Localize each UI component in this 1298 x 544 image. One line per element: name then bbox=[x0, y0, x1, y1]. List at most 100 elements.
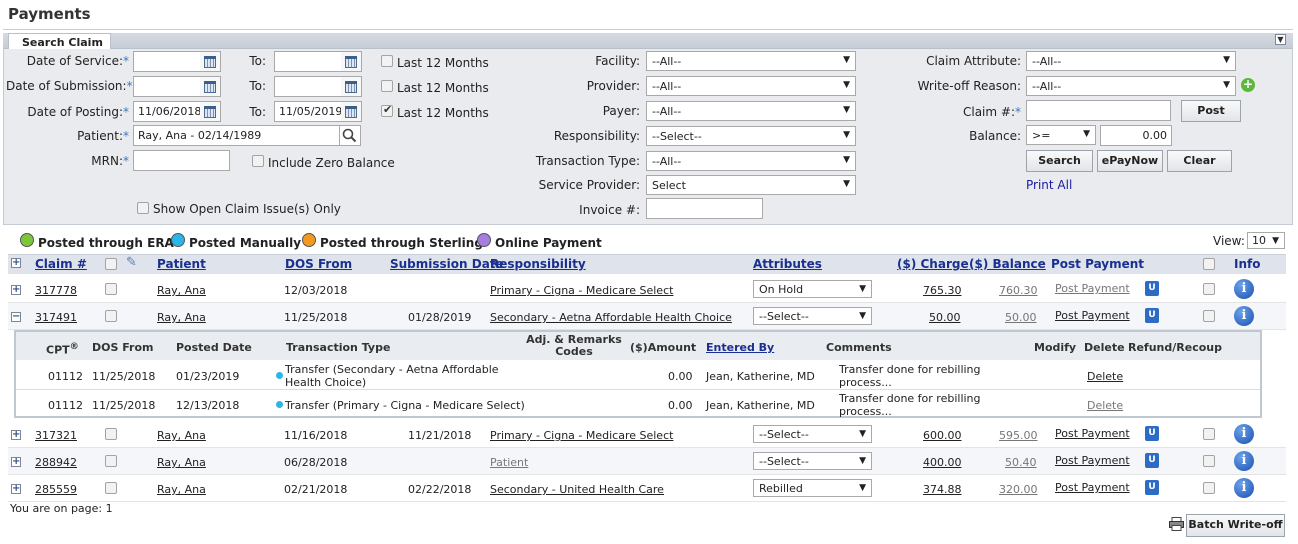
col-claim[interactable]: Claim # bbox=[35, 257, 87, 271]
payer-select[interactable]: --All-- bbox=[646, 101, 856, 121]
patient-link[interactable]: Ray, Ana bbox=[157, 311, 206, 324]
expand-row-icon[interactable]: + bbox=[11, 285, 21, 295]
attribute-select[interactable]: --Select-- bbox=[753, 425, 872, 443]
charge-link[interactable]: 50.00 bbox=[929, 311, 961, 324]
select-all-checkbox[interactable] bbox=[105, 258, 117, 270]
charge-link[interactable]: 765.30 bbox=[923, 284, 962, 297]
row-checkbox[interactable] bbox=[105, 482, 117, 494]
posting-to-calendar-icon[interactable] bbox=[341, 101, 362, 122]
col-balance[interactable]: ($) Balance bbox=[969, 257, 1046, 271]
row-select-checkbox[interactable] bbox=[1203, 455, 1215, 467]
balance-operator-select[interactable]: >= bbox=[1026, 125, 1096, 145]
row-checkbox[interactable] bbox=[105, 310, 117, 322]
facility-select[interactable]: --All-- bbox=[646, 51, 856, 71]
open-issues-checkbox[interactable] bbox=[137, 202, 149, 214]
claim-link[interactable]: 317321 bbox=[35, 429, 77, 442]
detail-col-entered[interactable]: Entered By bbox=[706, 341, 774, 354]
row-select-checkbox[interactable] bbox=[1203, 310, 1215, 322]
u-icon[interactable]: U bbox=[1145, 308, 1159, 323]
dos-to-calendar-icon[interactable] bbox=[341, 51, 362, 72]
select-all-right-checkbox[interactable] bbox=[1203, 258, 1215, 270]
attribute-select[interactable]: --Select-- bbox=[753, 452, 872, 470]
add-writeoff-reason-icon[interactable]: + bbox=[1241, 78, 1255, 92]
dos-last12-checkbox[interactable] bbox=[381, 55, 393, 67]
posting-last12-checkbox[interactable] bbox=[381, 103, 393, 117]
post-payment-link[interactable]: Post Payment bbox=[1055, 454, 1130, 467]
claim-attribute-select[interactable]: --All-- bbox=[1026, 51, 1236, 71]
invoice-input[interactable] bbox=[646, 198, 763, 219]
submission-last12-checkbox[interactable] bbox=[381, 80, 393, 92]
patient-input[interactable]: Ray, Ana - 02/14/1989 bbox=[133, 125, 340, 146]
view-count-select[interactable]: 10 bbox=[1247, 232, 1285, 249]
balance-link[interactable]: 595.00 bbox=[999, 429, 1038, 442]
patient-link[interactable]: Ray, Ana bbox=[157, 284, 206, 297]
charge-link[interactable]: 374.88 bbox=[923, 483, 962, 496]
mrn-input[interactable] bbox=[133, 150, 230, 171]
service-provider-select[interactable]: Select bbox=[646, 175, 856, 195]
info-icon[interactable]: i bbox=[1234, 424, 1254, 444]
zero-balance-checkbox[interactable] bbox=[252, 155, 264, 167]
u-icon[interactable]: U bbox=[1145, 426, 1159, 441]
submission-from-calendar-icon[interactable] bbox=[200, 76, 221, 97]
dos-from-calendar-icon[interactable] bbox=[200, 51, 221, 72]
expand-all-icon[interactable]: + bbox=[11, 258, 21, 268]
expand-row-icon[interactable]: + bbox=[11, 484, 21, 494]
attribute-select[interactable]: --Select-- bbox=[753, 307, 872, 325]
responsibility-link[interactable]: Patient bbox=[490, 456, 528, 469]
expand-row-icon[interactable]: + bbox=[11, 457, 21, 467]
row-select-checkbox[interactable] bbox=[1203, 283, 1215, 295]
col-responsibility[interactable]: Responsibility bbox=[490, 257, 586, 271]
printer-icon[interactable] bbox=[1169, 517, 1184, 531]
submission-to-input[interactable] bbox=[274, 76, 342, 97]
detail-delete-link[interactable]: Delete bbox=[1087, 370, 1123, 383]
search-claim-tab[interactable]: Search Claim bbox=[8, 33, 111, 49]
responsibility-select[interactable]: --Select-- bbox=[646, 126, 856, 146]
transaction-type-select[interactable]: --All-- bbox=[646, 151, 856, 171]
detail-delete-link[interactable]: Delete bbox=[1087, 399, 1123, 412]
row-select-checkbox[interactable] bbox=[1203, 482, 1215, 494]
posting-to-input[interactable]: 11/05/2019 bbox=[274, 101, 342, 122]
u-icon[interactable]: U bbox=[1145, 281, 1159, 296]
u-icon[interactable]: U bbox=[1145, 480, 1159, 495]
info-icon[interactable]: i bbox=[1234, 306, 1254, 326]
info-icon[interactable]: i bbox=[1234, 279, 1254, 299]
collapse-row-icon[interactable]: − bbox=[11, 312, 21, 322]
row-checkbox[interactable] bbox=[105, 428, 117, 440]
info-icon[interactable]: i bbox=[1234, 451, 1254, 471]
u-icon[interactable]: U bbox=[1145, 453, 1159, 468]
responsibility-link[interactable]: Primary - Cigna - Medicare Select bbox=[490, 429, 673, 442]
balance-input[interactable]: 0.00 bbox=[1100, 125, 1172, 146]
balance-link[interactable]: 50.00 bbox=[1005, 311, 1037, 324]
patient-link[interactable]: Ray, Ana bbox=[157, 456, 206, 469]
expand-row-icon[interactable]: + bbox=[11, 430, 21, 440]
collapse-panel-icon[interactable]: ▼ bbox=[1275, 34, 1286, 45]
info-icon[interactable]: i bbox=[1234, 478, 1254, 498]
responsibility-link[interactable]: Secondary - Aetna Affordable Health Choi… bbox=[490, 311, 732, 324]
claim-link[interactable]: 317491 bbox=[35, 311, 77, 324]
balance-link[interactable]: 760.30 bbox=[999, 284, 1038, 297]
balance-link[interactable]: 50.40 bbox=[1005, 456, 1037, 469]
posting-from-calendar-icon[interactable] bbox=[200, 101, 221, 122]
responsibility-link[interactable]: Primary - Cigna - Medicare Select bbox=[490, 284, 673, 297]
clear-button[interactable]: Clear bbox=[1167, 150, 1232, 172]
dos-from-input[interactable] bbox=[133, 51, 201, 72]
post-payment-link[interactable]: Post Payment bbox=[1055, 427, 1130, 440]
dos-to-input[interactable] bbox=[274, 51, 342, 72]
attribute-select[interactable]: Rebilled bbox=[753, 479, 872, 497]
col-charge[interactable]: ($) Charge bbox=[897, 257, 969, 271]
col-dos-from[interactable]: DOS From bbox=[285, 257, 352, 271]
writeoff-reason-select[interactable]: --All-- bbox=[1026, 76, 1236, 96]
search-button[interactable]: Search bbox=[1026, 150, 1093, 172]
col-submission-date[interactable]: Submission Date bbox=[390, 257, 504, 271]
col-patient[interactable]: Patient bbox=[157, 257, 206, 271]
charge-link[interactable]: 400.00 bbox=[923, 456, 962, 469]
batch-writeoff-button[interactable]: Batch Write-off bbox=[1186, 514, 1285, 537]
provider-select[interactable]: --All-- bbox=[646, 76, 856, 96]
claim-link[interactable]: 317778 bbox=[35, 284, 77, 297]
print-all-link[interactable]: Print All bbox=[1026, 178, 1072, 192]
epaynow-button[interactable]: ePayNow bbox=[1097, 150, 1163, 172]
submission-from-input[interactable] bbox=[133, 76, 201, 97]
attribute-select[interactable]: On Hold bbox=[753, 280, 872, 298]
posting-from-input[interactable]: 11/06/2018 bbox=[133, 101, 201, 122]
post-payment-link[interactable]: Post Payment bbox=[1055, 481, 1130, 494]
